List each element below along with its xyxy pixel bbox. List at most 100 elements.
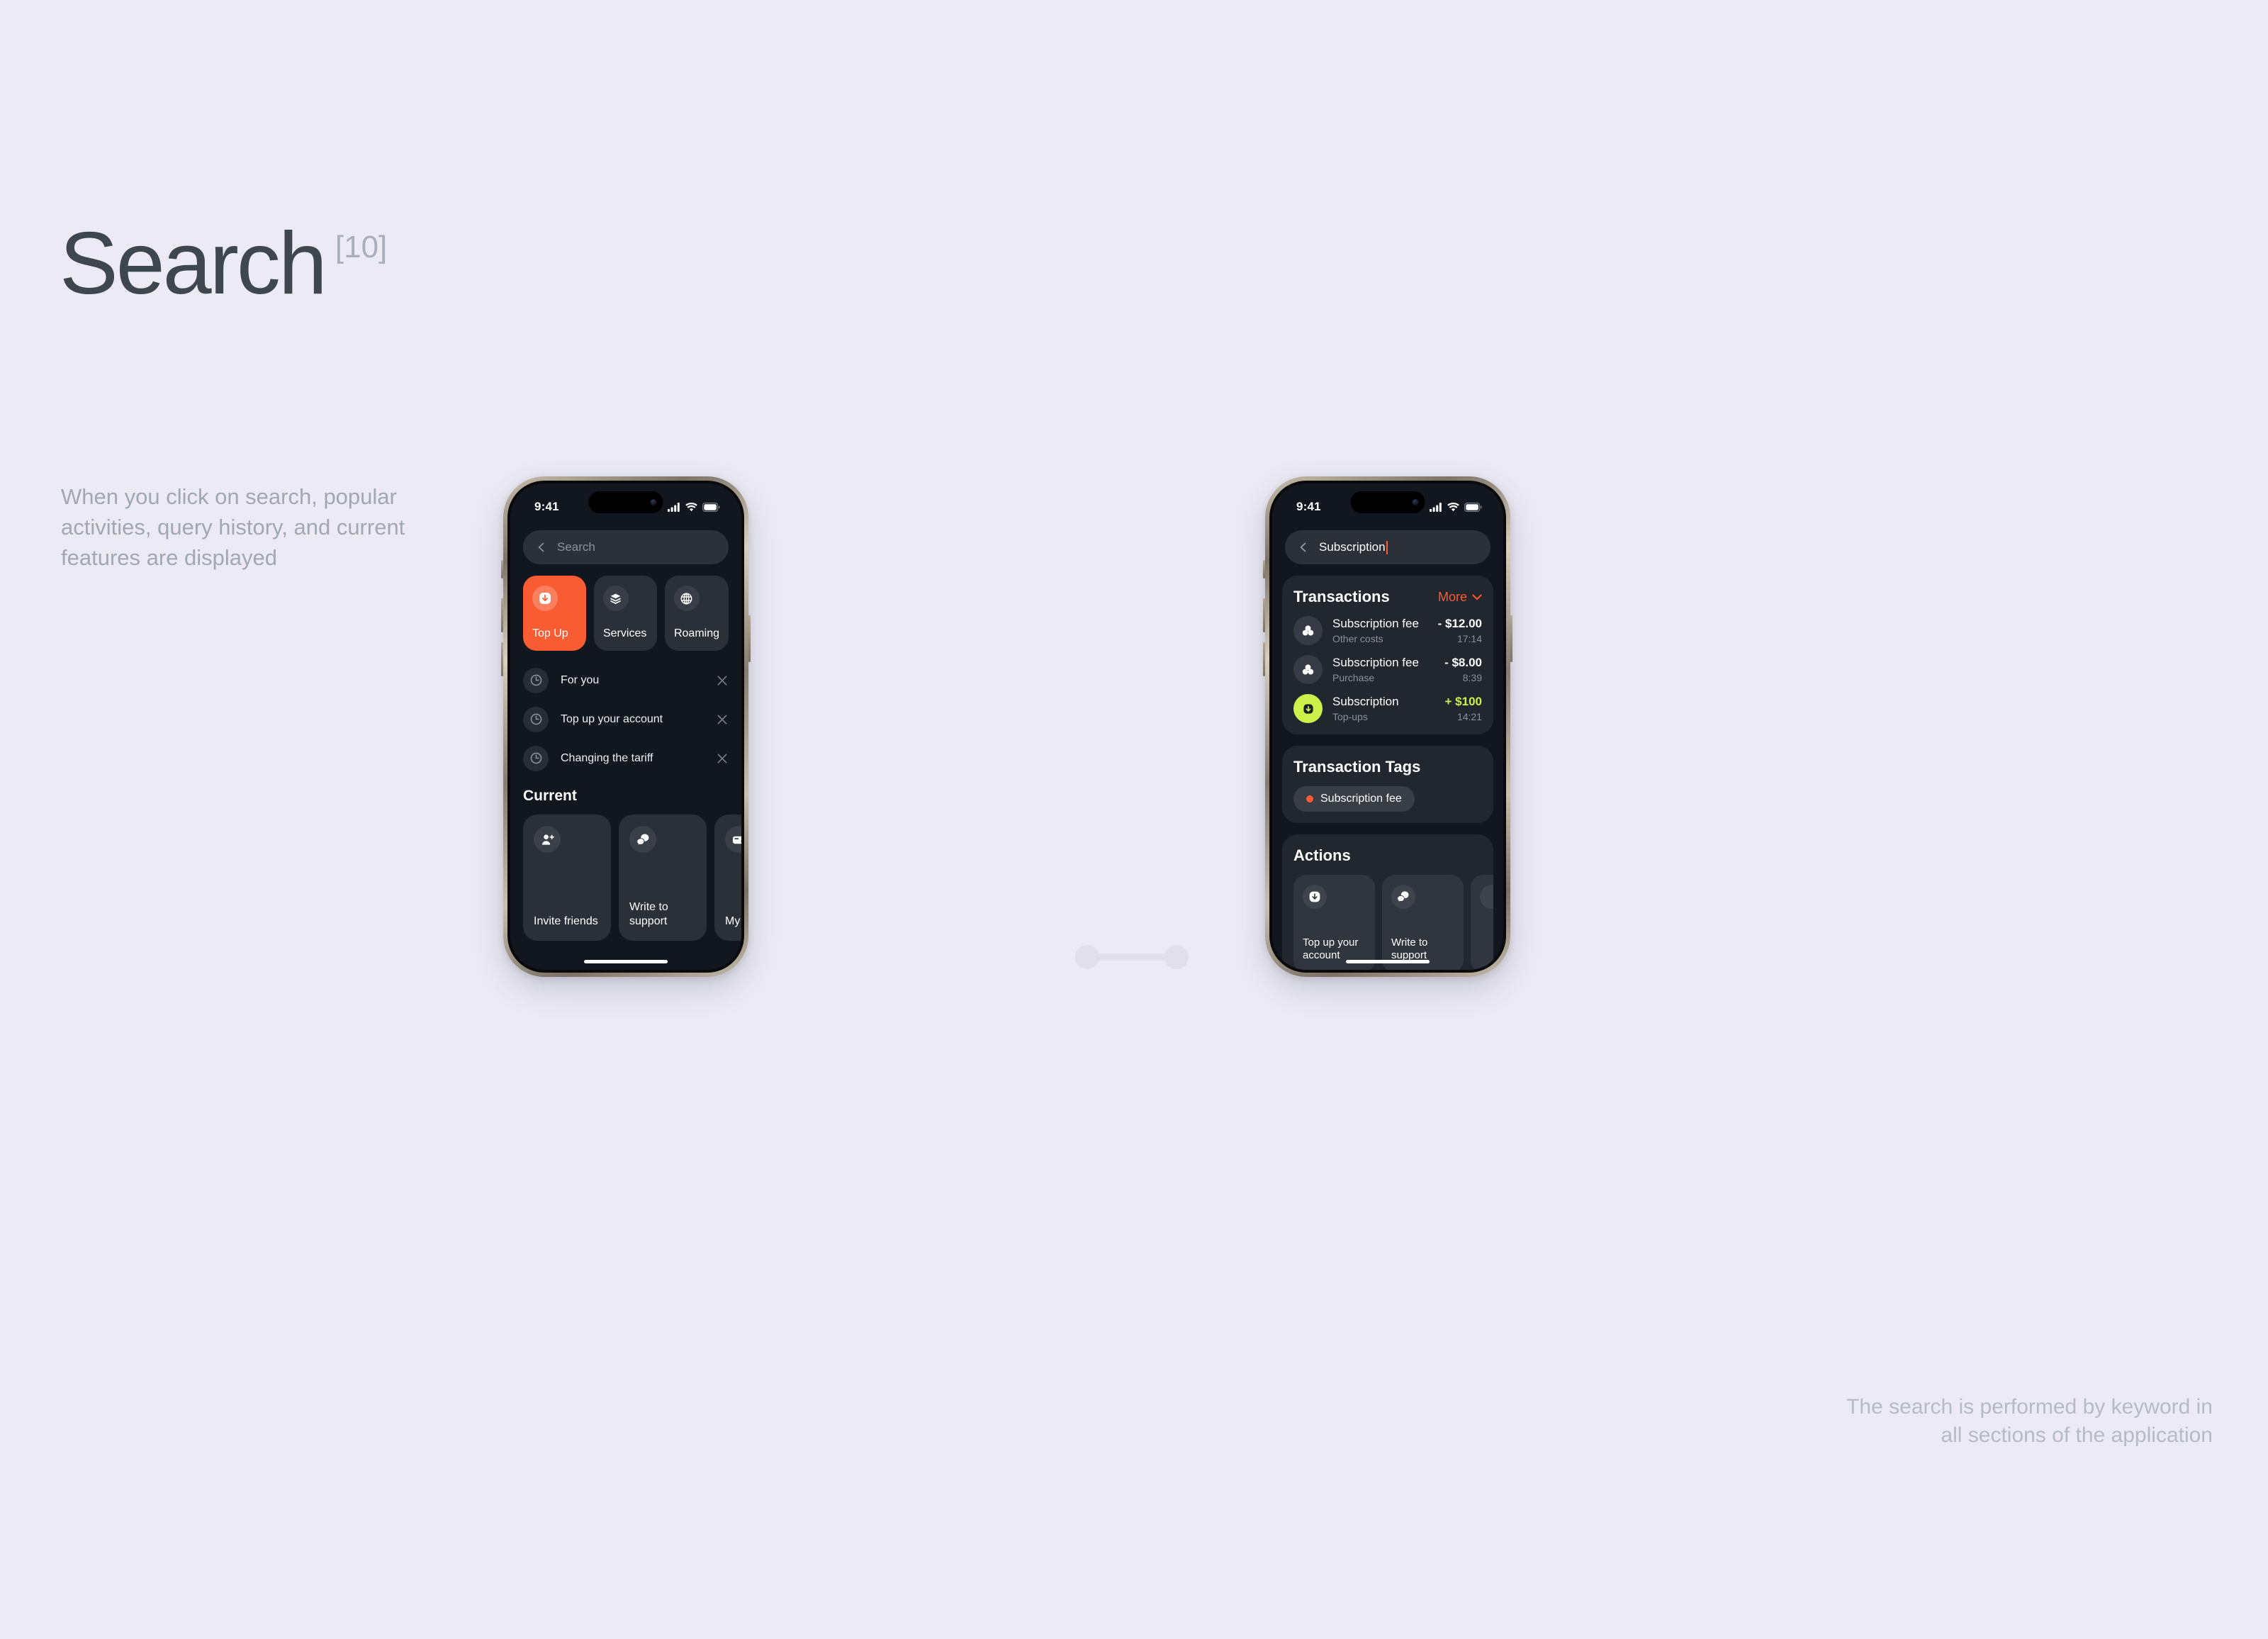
list-item[interactable]: Top up your account xyxy=(523,700,729,739)
group-circles-icon xyxy=(1293,616,1323,645)
partial-card-icon xyxy=(1480,885,1493,909)
page-title: Search [10] xyxy=(60,220,387,308)
volume-down-button[interactable] xyxy=(1263,642,1265,676)
volume-up-button[interactable] xyxy=(501,598,503,632)
transaction-time: 17:14 xyxy=(1456,633,1482,644)
list-item-label: Changing the tariff xyxy=(561,751,653,764)
action-card-label: Top up your account xyxy=(1303,936,1359,962)
transaction-name: Subscription fee xyxy=(1332,617,1419,630)
page-description: When you click on search, popular activi… xyxy=(61,484,405,570)
connector-bar xyxy=(1089,953,1174,961)
transaction-category: Purchase xyxy=(1332,672,1375,683)
transaction-name: Subscription fee xyxy=(1332,656,1419,669)
phone-mockup-results: 9:41 Subscription Transactions More Subs… xyxy=(1263,476,1512,977)
power-button[interactable] xyxy=(748,615,751,662)
phone1-screen: 9:41 Search Top Up Services Roaming For … xyxy=(510,483,741,970)
card-my-partial[interactable]: My xyxy=(714,815,741,941)
page-footnote: The search is performed by keyword in al… xyxy=(1846,1395,2213,1447)
action-card-support[interactable]: Write to support xyxy=(1382,875,1464,970)
close-icon[interactable] xyxy=(716,752,729,765)
list-item-label: For you xyxy=(561,673,600,686)
transaction-tags-panel: Transaction Tags Subscription fee xyxy=(1282,746,1493,823)
chip-roaming[interactable]: Roaming xyxy=(664,576,729,651)
back-chevron-icon[interactable] xyxy=(536,542,547,553)
download-arrow-icon xyxy=(1293,694,1323,723)
transaction-amount: - $8.00 xyxy=(1444,656,1482,669)
transaction-category: Top-ups xyxy=(1332,711,1368,722)
status-clock: 9:41 xyxy=(534,500,559,513)
chat-bubbles-icon xyxy=(629,826,656,853)
current-section-title: Current xyxy=(523,788,577,804)
home-indicator xyxy=(1346,960,1430,963)
clock-icon xyxy=(523,667,549,693)
card-invite-friends[interactable]: Invite friends xyxy=(523,815,611,941)
page-title-superscript: [10] xyxy=(335,230,388,264)
transaction-time: 8:39 xyxy=(1462,672,1482,683)
cellular-bars-icon xyxy=(668,502,680,512)
layers-icon xyxy=(602,586,629,611)
transaction-category: Other costs xyxy=(1332,633,1383,644)
card-icon xyxy=(725,826,741,853)
list-item-label: Top up your account xyxy=(561,712,663,725)
tag-chip-subscription-fee[interactable]: Subscription fee xyxy=(1293,786,1415,812)
table-row[interactable]: Subscription Top-ups + $100 14:21 xyxy=(1293,694,1482,723)
chevron-down-icon xyxy=(1472,594,1482,600)
transaction-tags-title: Transaction Tags xyxy=(1293,758,1421,776)
wifi-icon xyxy=(1447,502,1459,511)
action-card-top-up[interactable]: Top up your account xyxy=(1293,875,1375,970)
chip-top-up[interactable]: Top Up xyxy=(523,576,586,651)
person-add-icon xyxy=(534,826,561,853)
transaction-name: Subscription xyxy=(1332,695,1399,708)
search-input[interactable]: Search xyxy=(523,530,729,564)
flow-connector xyxy=(1075,945,1189,969)
phone2-screen: 9:41 Subscription Transactions More Subs… xyxy=(1272,483,1503,970)
clock-icon xyxy=(523,745,549,771)
more-button[interactable]: More xyxy=(1438,590,1482,605)
table-row[interactable]: Subscription fee Other costs - $12.00 17… xyxy=(1293,616,1482,645)
globe-icon xyxy=(673,586,700,611)
chip-label: Services xyxy=(602,627,647,639)
actions-panel: Actions Top up your account Write to sup… xyxy=(1282,834,1493,970)
list-item[interactable]: Changing the tariff xyxy=(523,739,729,778)
action-card-partial[interactable] xyxy=(1471,875,1493,970)
transaction-amount: - $12.00 xyxy=(1437,617,1482,630)
search-input[interactable]: Subscription xyxy=(1285,530,1491,564)
action-card-label: Write to support xyxy=(1391,936,1428,962)
clock-icon xyxy=(523,706,549,732)
card-write-to-support[interactable]: Write to support xyxy=(619,815,707,941)
battery-icon xyxy=(702,502,720,512)
status-clock: 9:41 xyxy=(1296,500,1321,513)
back-chevron-icon[interactable] xyxy=(1298,542,1309,553)
close-icon[interactable] xyxy=(716,674,729,687)
chip-label: Roaming xyxy=(673,627,719,639)
page-title-text: Search xyxy=(60,215,327,313)
search-placeholder: Search xyxy=(557,540,595,554)
dynamic-island xyxy=(1350,491,1425,513)
search-history-list: For you Top up your account Changing the… xyxy=(523,661,729,778)
tag-label: Subscription fee xyxy=(1320,793,1402,805)
actions-title: Actions xyxy=(1293,846,1351,864)
power-button[interactable] xyxy=(1510,615,1512,662)
transaction-amount: + $100 xyxy=(1444,695,1482,708)
front-camera-icon xyxy=(650,499,657,505)
current-cards-row[interactable]: Invite friends Write to support My xyxy=(523,815,741,941)
download-arrow-icon xyxy=(532,586,558,611)
home-indicator xyxy=(584,960,668,963)
volume-down-button[interactable] xyxy=(501,642,503,676)
phone-mockup-search: 9:41 Search Top Up Services Roaming For … xyxy=(501,476,751,977)
close-icon[interactable] xyxy=(716,713,729,726)
transaction-time: 14:21 xyxy=(1456,711,1482,722)
mute-switch[interactable] xyxy=(501,560,503,578)
transactions-title: Transactions xyxy=(1293,588,1390,605)
status-bar: 9:41 xyxy=(1272,483,1503,520)
volume-up-button[interactable] xyxy=(1263,598,1265,632)
list-item[interactable]: For you xyxy=(523,661,729,700)
actions-cards-row[interactable]: Top up your account Write to support xyxy=(1293,875,1493,970)
chip-services[interactable]: Services xyxy=(593,576,657,651)
poster-canvas: Search [10] When you click on search, po… xyxy=(0,0,2268,1639)
connector-knob-right xyxy=(1164,945,1189,969)
dynamic-island xyxy=(588,491,663,513)
table-row[interactable]: Subscription fee Purchase - $8.00 8:39 xyxy=(1293,655,1482,684)
mute-switch[interactable] xyxy=(1263,560,1265,578)
wifi-icon xyxy=(685,502,697,511)
